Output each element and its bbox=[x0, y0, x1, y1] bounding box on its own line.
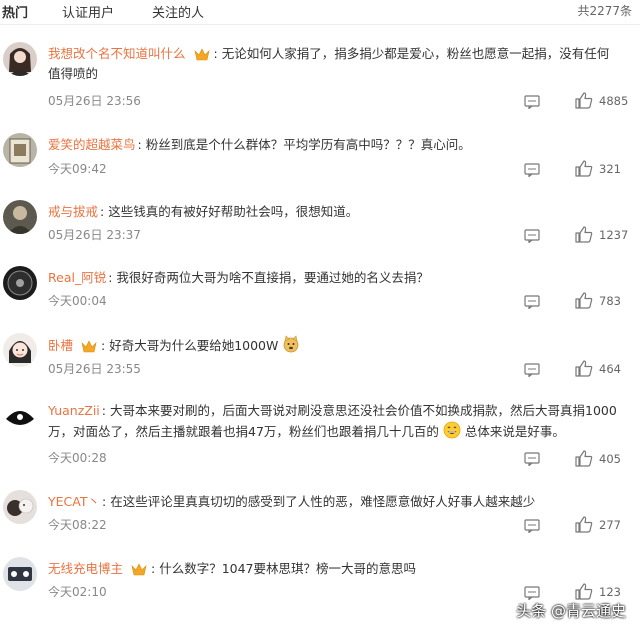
avatar[interactable] bbox=[3, 490, 37, 524]
like-count: 464 bbox=[599, 362, 621, 376]
comment-icon[interactable] bbox=[524, 585, 540, 601]
comment-text: 在这些评论里真真切切的感受到了人性的恶，难怪愿意做好人好事人越来越少 bbox=[110, 494, 536, 509]
like-count: 1237 bbox=[599, 228, 629, 242]
crown-icon bbox=[81, 339, 97, 359]
comment-time: 今天00:04 bbox=[48, 294, 107, 308]
comment-time: 今天00:28 bbox=[48, 451, 107, 465]
comment-icon[interactable] bbox=[524, 228, 540, 244]
like-count: 783 bbox=[599, 294, 621, 308]
comment-tabs: 热门 认证用户 关注的人 共2277条 bbox=[0, 0, 640, 25]
thumbs-up-icon bbox=[575, 450, 593, 467]
comment-icon[interactable] bbox=[524, 362, 540, 378]
comment-icon[interactable] bbox=[524, 162, 540, 178]
thumbs-up-icon bbox=[575, 292, 593, 309]
avatar[interactable] bbox=[3, 266, 37, 300]
comment-time: 今天02:10 bbox=[48, 585, 107, 599]
tab-followed[interactable]: 关注的人 bbox=[152, 2, 204, 21]
thumbs-up-icon bbox=[575, 226, 593, 243]
username[interactable]: YECAT丶 bbox=[48, 494, 100, 509]
comment-text-line2-end: 总体来说是好事。 bbox=[464, 424, 565, 439]
comment-text-line2: 万，对面怂了，然后主播就跟着也捐47万，粉丝们也跟着捐几十几百的 bbox=[48, 424, 439, 439]
avatar[interactable] bbox=[3, 399, 37, 433]
avatar[interactable] bbox=[3, 200, 37, 234]
username[interactable]: YuanzZii bbox=[48, 403, 100, 418]
comment-time: 05月26日 23:56 bbox=[48, 94, 141, 108]
watermark: 头条 @青云通史 bbox=[516, 602, 626, 620]
comment-time: 05月26日 23:37 bbox=[48, 228, 141, 242]
comment-text-continued: 万，对面怂了，然后主播就跟着也捐47万，粉丝们也跟着捐几十几百的 总体来说是好事… bbox=[48, 421, 565, 445]
comment-icon[interactable] bbox=[524, 518, 540, 534]
tab-hot[interactable]: 热门 bbox=[2, 2, 28, 21]
comment-text: 好奇大哥为什么要给她1000W bbox=[109, 338, 279, 353]
like-count: 4885 bbox=[599, 94, 629, 108]
avatar[interactable] bbox=[3, 42, 37, 76]
thumbs-up-icon bbox=[575, 92, 593, 109]
comment-text: 什么数字？1047要林思琪？榜一大哥的意思吗 bbox=[159, 561, 417, 576]
comment-text: 无论如何人家捐了，捐多捐少都是爱心，粉丝也愿意一起捐，没有任何 bbox=[221, 46, 610, 61]
username[interactable]: 卧槽 bbox=[48, 338, 73, 353]
doge-emoji-icon bbox=[282, 335, 300, 359]
thumbs-up-icon bbox=[575, 360, 593, 377]
comment-time: 05月26日 23:55 bbox=[48, 362, 141, 376]
comment-time: 今天09:42 bbox=[48, 162, 107, 176]
total-count: 共2277条 bbox=[577, 4, 632, 18]
crown-icon bbox=[131, 562, 147, 582]
like-count: 123 bbox=[599, 585, 621, 599]
tab-verified-users[interactable]: 认证用户 bbox=[62, 2, 114, 21]
like-count: 321 bbox=[599, 162, 621, 176]
comment-text: 大哥本来要对刷的，后面大哥说对刷没意思还没社会价值不如换成捐款，然后大哥真捐10… bbox=[109, 403, 617, 418]
thumbs-up-icon bbox=[575, 160, 593, 177]
comment-icon[interactable] bbox=[524, 94, 540, 110]
comment-text: 粉丝到底是个什么群体？平均学历有高中吗？？？真心问。 bbox=[145, 137, 471, 152]
like-count: 405 bbox=[599, 452, 621, 466]
comment-text-continued: 值得喷的 bbox=[48, 66, 99, 81]
comment-icon[interactable] bbox=[524, 451, 540, 467]
avatar[interactable] bbox=[3, 557, 37, 591]
thumbs-up-icon bbox=[575, 516, 593, 533]
grin-emoji-icon bbox=[443, 421, 461, 445]
username[interactable]: 我想改个名不知道叫什么 bbox=[48, 46, 186, 61]
thumbs-up-icon bbox=[575, 583, 593, 600]
comment-text: 我很好奇两位大哥为啥不直接捐，要通过她的名义去捐？ bbox=[116, 270, 429, 285]
avatar[interactable] bbox=[3, 333, 37, 367]
avatar[interactable] bbox=[3, 133, 37, 167]
comment-time: 今天08:22 bbox=[48, 518, 107, 532]
crown-icon bbox=[193, 47, 210, 67]
comment-text: 这些钱真的有被好好帮助社会吗，很想知道。 bbox=[108, 204, 359, 219]
username[interactable]: 无线充电博主 bbox=[48, 561, 123, 576]
comment-icon[interactable] bbox=[524, 294, 540, 310]
username[interactable]: Real_阿锐 bbox=[48, 270, 106, 285]
like-count: 277 bbox=[599, 518, 621, 532]
username[interactable]: 戒与拔戒 bbox=[48, 204, 98, 219]
username[interactable]: 爱笑的超越菜鸟 bbox=[48, 137, 136, 152]
